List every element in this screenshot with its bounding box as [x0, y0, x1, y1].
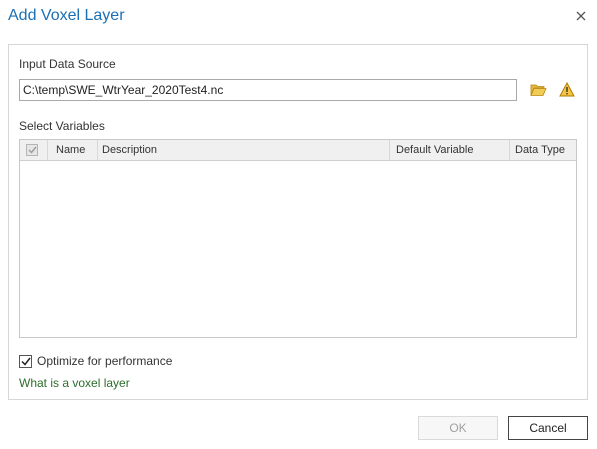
- content-panel: Input Data Source Select Variables: [8, 44, 588, 400]
- variables-table: Name Description Default Variable Data T…: [19, 139, 577, 338]
- add-voxel-layer-dialog: Add Voxel Layer Input Data Source Select…: [0, 0, 597, 449]
- column-header-default-variable[interactable]: Default Variable: [390, 140, 510, 160]
- optimize-performance-label: Optimize for performance: [37, 354, 173, 368]
- column-header-name[interactable]: Name: [48, 140, 98, 160]
- select-variables-label: Select Variables: [19, 119, 105, 133]
- column-header-data-type[interactable]: Data Type: [510, 140, 576, 160]
- input-data-source-field[interactable]: [19, 79, 517, 101]
- ok-button[interactable]: OK: [418, 416, 498, 440]
- variables-table-header: Name Description Default Variable Data T…: [20, 140, 576, 161]
- dialog-title: Add Voxel Layer: [8, 7, 125, 24]
- select-all-column: [20, 140, 48, 160]
- close-icon[interactable]: [572, 7, 590, 25]
- what-is-voxel-layer-link[interactable]: What is a voxel layer: [19, 376, 130, 390]
- optimize-performance-option[interactable]: Optimize for performance: [19, 354, 172, 368]
- cancel-button[interactable]: Cancel: [508, 416, 588, 440]
- folder-open-icon[interactable]: [528, 80, 548, 100]
- optimize-performance-checkbox[interactable]: [19, 354, 32, 368]
- input-data-source-label: Input Data Source: [19, 57, 116, 71]
- warning-icon[interactable]: [557, 79, 577, 99]
- select-all-checkbox[interactable]: [26, 144, 38, 156]
- column-header-description[interactable]: Description: [98, 140, 390, 160]
